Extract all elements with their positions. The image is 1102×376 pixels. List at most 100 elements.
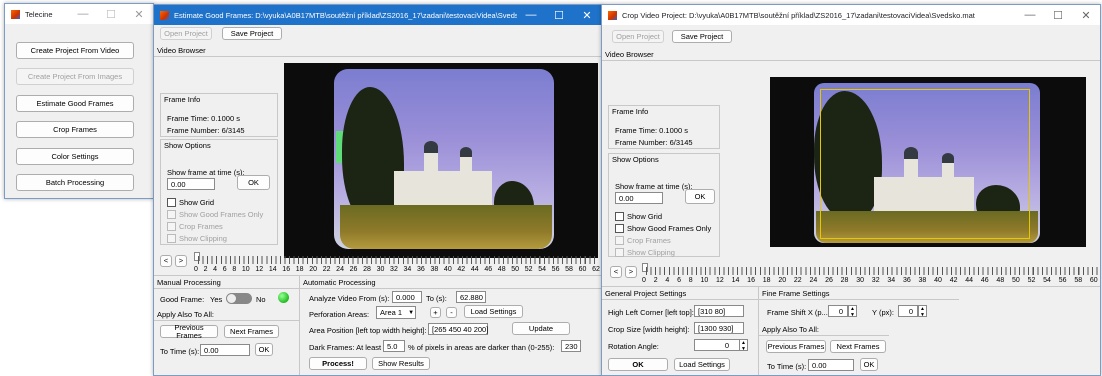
shift-y-input[interactable]: 0 xyxy=(898,305,918,317)
analyze-to-input[interactable]: 62.880 xyxy=(456,291,486,303)
to-time-label: To Time (s): xyxy=(767,362,807,371)
analyze-from-input[interactable]: 0.000 xyxy=(392,291,422,303)
create-project-from-video-button[interactable]: Create Project From Video xyxy=(16,42,134,59)
tick-label: 36 xyxy=(902,277,911,284)
close-button[interactable]: ✕ xyxy=(573,9,601,22)
to-time-ok-button[interactable]: OK xyxy=(860,358,878,371)
load-settings-button[interactable]: Load Settings xyxy=(464,305,523,318)
tick-label: 54 xyxy=(538,266,546,273)
slider-prev-button[interactable]: < xyxy=(160,255,172,267)
apply-ok-button[interactable]: OK xyxy=(608,358,668,371)
good-frame-toggle[interactable] xyxy=(226,293,252,304)
to-time-input[interactable]: 0.00 xyxy=(200,344,250,356)
rotation-angle-input[interactable]: 0 xyxy=(694,339,740,351)
save-project-button[interactable]: Save Project xyxy=(222,27,282,40)
load-settings-button[interactable]: Load Settings xyxy=(674,358,730,371)
next-frames-button[interactable]: Next Frames xyxy=(830,340,886,353)
tick-label: 60 xyxy=(578,266,587,273)
show-good-frames-checkbox[interactable] xyxy=(167,210,176,219)
close-button[interactable]: ✕ xyxy=(1072,9,1100,22)
crop-frames-checkbox[interactable] xyxy=(615,236,624,245)
ok-button[interactable]: OK xyxy=(237,175,270,190)
remove-area-button[interactable]: - xyxy=(446,307,457,318)
tick-label: 14 xyxy=(268,266,277,273)
crop-size-label: Crop Size [width height]: xyxy=(608,325,690,334)
tick-label: 28 xyxy=(840,277,849,284)
video-frame-image xyxy=(284,63,598,258)
matlab-icon xyxy=(608,10,617,20)
crop-rectangle[interactable] xyxy=(820,89,1030,239)
frame-time-input[interactable]: 0.00 xyxy=(615,192,663,204)
tick-label: 52 xyxy=(1027,277,1036,284)
rotation-stepper[interactable]: ▲ ▼ xyxy=(739,339,748,352)
perforation-areas-label: Perforation Areas: xyxy=(309,310,370,319)
open-project-button[interactable]: Open Project xyxy=(612,30,664,43)
good-frame-indicator xyxy=(278,292,289,303)
crop-frames-checkbox[interactable] xyxy=(167,222,176,231)
slider-next-button[interactable]: > xyxy=(625,266,637,278)
maximize-button[interactable]: ☐ xyxy=(545,9,573,22)
frame-number: Frame Number: 6/3145 xyxy=(167,126,245,135)
crop-size-input[interactable]: [1300 930] xyxy=(694,322,744,334)
castle-tower xyxy=(460,155,472,179)
dark-percent-input[interactable]: 5.0 xyxy=(383,340,405,352)
slider-prev-button[interactable]: < xyxy=(610,266,622,278)
minimize-button[interactable]: — xyxy=(1016,9,1044,21)
show-clipping-checkbox[interactable] xyxy=(615,248,624,257)
to-time-input[interactable]: 0.00 xyxy=(808,359,854,371)
next-frames-button[interactable]: Next Frames xyxy=(224,325,279,338)
open-project-button[interactable]: Open Project xyxy=(160,27,212,40)
tick-label: 42 xyxy=(949,277,958,284)
tick-label: 28 xyxy=(363,266,371,273)
shift-x-input[interactable]: 0 xyxy=(828,305,848,317)
close-button[interactable]: ✕ xyxy=(125,8,153,21)
show-good-frames-checkbox[interactable] xyxy=(615,224,624,233)
show-grid-checkbox[interactable] xyxy=(167,198,176,207)
show-grid-checkbox[interactable] xyxy=(615,212,624,221)
area-position-input[interactable]: [265 450 40 200] xyxy=(428,323,488,335)
tick-label: 30 xyxy=(376,266,385,273)
shift-x-stepper[interactable]: ▲ ▼ xyxy=(848,305,857,318)
show-clipping-label: Show Clipping xyxy=(627,248,675,257)
time-slider[interactable] xyxy=(198,256,598,264)
previous-frames-button[interactable]: Previous Frames xyxy=(160,324,218,339)
previous-frames-button[interactable]: Previous Frames xyxy=(766,340,826,353)
high-left-corner-input[interactable]: [310 80] xyxy=(694,305,744,317)
shift-y-value: 0 xyxy=(908,306,913,316)
divider xyxy=(154,288,299,289)
color-settings-button[interactable]: Color Settings xyxy=(16,148,134,165)
area-select[interactable]: Area 1 ▼ xyxy=(376,306,416,319)
general-settings-label: General Project Settings xyxy=(605,289,687,298)
crop-frames-button[interactable]: Crop Frames xyxy=(16,121,134,138)
tick-label: 40 xyxy=(934,277,942,284)
apply-all-label: Apply Also To All: xyxy=(157,310,214,319)
frame-time-input[interactable]: 0.00 xyxy=(167,178,215,190)
high-left-corner-label: High Left Corner [left top]: xyxy=(608,308,694,317)
process-button[interactable]: Process! xyxy=(309,357,367,370)
tick-label: 38 xyxy=(918,277,927,284)
slider-next-button[interactable]: > xyxy=(175,255,187,267)
show-results-button[interactable]: Show Results xyxy=(372,357,430,370)
ok-button[interactable]: OK xyxy=(685,189,715,204)
video-browser-label: Video Browser xyxy=(605,50,654,59)
to-time-ok-button[interactable]: OK xyxy=(255,343,273,356)
create-project-from-images-button[interactable]: Create Project From Images xyxy=(16,68,134,85)
frame-time: Frame Time: 0.1000 s xyxy=(167,114,240,123)
maximize-button[interactable]: ☐ xyxy=(1044,9,1072,22)
chevron-down-icon: ▼ xyxy=(408,309,415,316)
add-area-button[interactable]: + xyxy=(430,307,441,318)
update-button[interactable]: Update xyxy=(512,322,570,335)
estimate-good-frames-button[interactable]: Estimate Good Frames xyxy=(16,95,134,112)
minimize-button[interactable]: — xyxy=(517,9,545,21)
shift-y-stepper[interactable]: ▲ ▼ xyxy=(918,305,927,318)
minimize-button[interactable]: — xyxy=(69,8,97,20)
good-frame-label: Good Frame: xyxy=(160,295,205,304)
maximize-button[interactable]: ☐ xyxy=(97,8,125,21)
apply-all-label: Apply Also To All: xyxy=(762,325,819,334)
time-slider[interactable] xyxy=(646,267,1098,275)
batch-processing-button[interactable]: Batch Processing xyxy=(16,174,134,191)
dark-threshold-input[interactable]: 230 xyxy=(561,340,581,352)
save-project-button[interactable]: Save Project xyxy=(672,30,732,43)
tick-label: 18 xyxy=(762,277,771,284)
show-clipping-checkbox[interactable] xyxy=(167,234,176,243)
